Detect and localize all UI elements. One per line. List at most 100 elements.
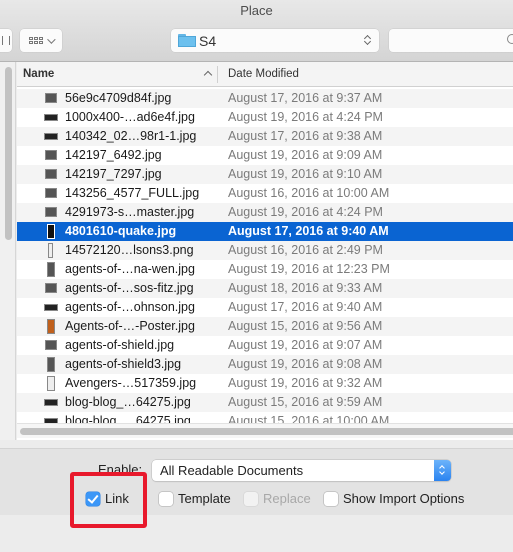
file-row[interactable]: 14572120…lsons3.png August 16, 2016 at 2:… (17, 241, 513, 260)
template-checkbox[interactable]: Template (159, 491, 231, 506)
horizontal-scrollbar[interactable] (17, 423, 513, 438)
image-thumbnail-icon (45, 207, 57, 217)
file-name: 56e9c4709d84f.jpg (65, 91, 172, 105)
file-name: agents-of-shield3.jpg (65, 357, 182, 371)
file-name: 4291973-s…master.jpg (65, 205, 195, 219)
window-title: Place (240, 3, 273, 18)
file-date: August 17, 2016 at 9:37 AM (228, 91, 383, 105)
file-name: 142197_7297.jpg (65, 167, 162, 181)
image-thumbnail-icon (45, 340, 57, 350)
enable-popup-value: All Readable Documents (160, 463, 304, 478)
checkbox-disabled-icon (244, 491, 258, 506)
file-row[interactable]: agents-of-shield3.jpg August 19, 2016 at … (17, 355, 513, 374)
image-thumbnail-icon (47, 262, 55, 277)
checkbox-unchecked-icon (159, 491, 173, 506)
window-titlebar: Place S4 (0, 0, 513, 62)
search-input[interactable] (389, 29, 513, 52)
show-import-options-label: Show Import Options (343, 491, 465, 506)
file-row[interactable]: agents-of-…sos-fitz.jpg August 18, 2016 a… (17, 279, 513, 298)
file-date: August 19, 2016 at 9:10 AM (228, 167, 383, 181)
file-row[interactable]: agents-of-shield.jpg August 19, 2016 at 9… (17, 336, 513, 355)
file-name: agents-of-…na-wen.jpg (65, 262, 195, 276)
file-name: blog-blog_…64275.jpg (65, 395, 191, 409)
replace-checkbox: Replace (244, 491, 311, 506)
file-date: August 19, 2016 at 4:24 PM (228, 205, 383, 219)
file-row[interactable]: agents-of-…na-wen.jpg August 19, 2016 at … (17, 260, 513, 279)
image-thumbnail-icon (48, 243, 53, 258)
file-name: 143256_4577_FULL.jpg (65, 186, 200, 200)
column-view-icon (2, 36, 10, 45)
file-row[interactable]: 4291973-s…master.jpg August 19, 2016 at 4… (17, 203, 513, 222)
file-list: Name Date Modified 56e9c4709d84f.jpg Augu… (17, 62, 513, 440)
file-date: August 19, 2016 at 9:08 AM (228, 357, 383, 371)
folder-icon (178, 34, 196, 47)
column-header-date-modified[interactable]: Date Modified (228, 68, 299, 80)
column-view-button[interactable] (0, 29, 12, 52)
file-name: agents-of-…sos-fitz.jpg (65, 281, 194, 295)
image-thumbnail-icon (45, 283, 57, 293)
file-row[interactable]: 142197_6492.jpg August 19, 2016 at 9:09 A… (17, 146, 513, 165)
column-header-name[interactable]: Name (23, 68, 54, 80)
image-thumbnail-icon (44, 133, 58, 140)
chevron-down-icon (47, 34, 56, 44)
file-date: August 19, 2016 at 4:24 PM (228, 110, 383, 124)
search-icon (507, 34, 513, 44)
file-date: August 16, 2016 at 10:00 AM (228, 186, 390, 200)
image-thumbnail-icon (47, 224, 55, 239)
image-thumbnail-icon (45, 93, 57, 103)
sort-ascending-icon (203, 70, 213, 80)
file-row[interactable]: 143256_4577_FULL.jpg August 16, 2016 at 1… (17, 184, 513, 203)
file-name: Agents-of-…-Poster.jpg (65, 319, 195, 333)
file-row[interactable]: 56e9c4709d84f.jpg August 17, 2016 at 9:37… (17, 89, 513, 108)
image-thumbnail-icon (44, 114, 58, 121)
column-divider[interactable] (217, 66, 218, 83)
file-date: August 18, 2016 at 9:33 AM (228, 281, 383, 295)
annotation-highlight-box (70, 472, 147, 528)
view-options-button[interactable] (20, 29, 62, 52)
location-popup[interactable]: S4 (171, 29, 379, 52)
horizontal-scrollbar-thumb[interactable] (20, 428, 513, 435)
show-import-options-checkbox[interactable]: Show Import Options (324, 491, 464, 506)
icon-view-icon (29, 37, 43, 44)
file-row[interactable]: 142197_7297.jpg August 19, 2016 at 9:10 A… (17, 165, 513, 184)
file-row[interactable]: 1000x400-…ad6e4f.jpg August 19, 2016 at 4… (17, 108, 513, 127)
file-name: 140342_02…98r1-1.jpg (65, 129, 197, 143)
file-date: August 19, 2016 at 9:07 AM (228, 338, 383, 352)
location-label: S4 (199, 33, 217, 49)
image-thumbnail-icon (45, 169, 57, 179)
file-date: August 17, 2016 at 9:40 AM (228, 224, 389, 238)
file-date: August 19, 2016 at 12:23 PM (228, 262, 390, 276)
template-checkbox-label: Template (178, 491, 231, 506)
file-name: Avengers-…517359.jpg (65, 376, 197, 390)
file-row[interactable]: Agents-of-…-Poster.jpg August 15, 2016 at… (17, 317, 513, 336)
vertical-scrollbar-thumb[interactable] (5, 67, 12, 240)
file-date: August 19, 2016 at 9:32 AM (228, 376, 383, 390)
file-row[interactable]: blog-blog_…64275.jpg August 15, 2016 at 9… (17, 393, 513, 412)
updown-chevron-icon (434, 460, 451, 481)
checkbox-unchecked-icon (324, 491, 338, 506)
image-thumbnail-icon (45, 150, 57, 160)
file-date: August 15, 2016 at 9:56 AM (228, 319, 383, 333)
file-name: agents-of-…ohnson.jpg (65, 300, 195, 314)
file-name: agents-of-shield.jpg (65, 338, 175, 352)
enable-file-type-popup[interactable]: All Readable Documents (152, 460, 451, 481)
image-thumbnail-icon (47, 376, 55, 391)
replace-checkbox-label: Replace (263, 491, 311, 506)
file-name: 142197_6492.jpg (65, 148, 162, 162)
updown-chevron-icon (363, 33, 372, 48)
sidebar-strip (0, 62, 16, 440)
image-thumbnail-icon (44, 399, 58, 406)
file-rows: 56e9c4709d84f.jpg August 17, 2016 at 9:37… (17, 89, 513, 431)
file-name: 1000x400-…ad6e4f.jpg (65, 110, 195, 124)
file-row[interactable]: agents-of-…ohnson.jpg August 17, 2016 at … (17, 298, 513, 317)
file-name: 4801610-quake.jpg (65, 224, 177, 238)
file-date: August 17, 2016 at 9:38 AM (228, 129, 383, 143)
image-thumbnail-icon (47, 357, 55, 372)
file-date: August 19, 2016 at 9:09 AM (228, 148, 383, 162)
list-header: Name Date Modified (17, 62, 513, 87)
file-date: August 16, 2016 at 2:49 PM (228, 243, 383, 257)
file-row-selected[interactable]: 4801610-quake.jpg August 17, 2016 at 9:40… (17, 222, 513, 241)
file-row[interactable]: Avengers-…517359.jpg August 19, 2016 at 9… (17, 374, 513, 393)
file-row[interactable]: 140342_02…98r1-1.jpg August 17, 2016 at 9… (17, 127, 513, 146)
image-thumbnail-icon (45, 188, 57, 198)
